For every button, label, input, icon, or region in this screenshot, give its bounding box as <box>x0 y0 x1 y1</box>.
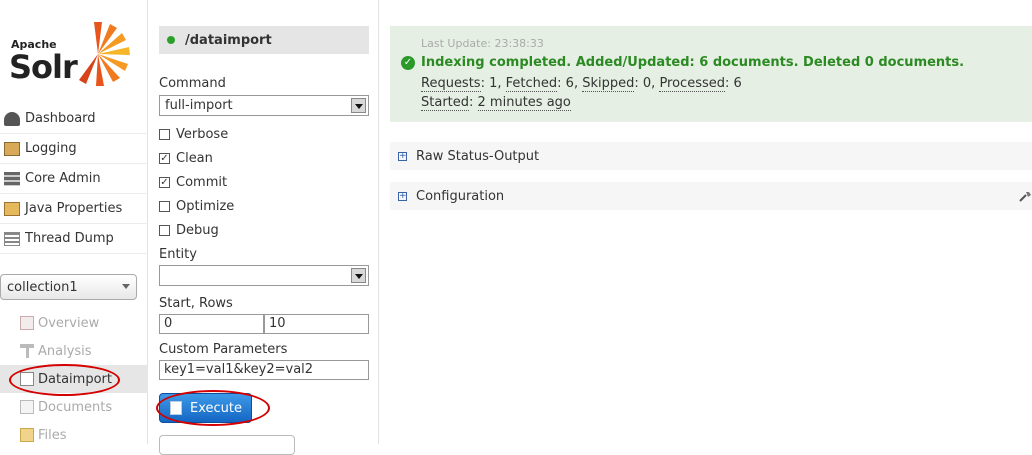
nav-item-logging[interactable]: Logging <box>0 134 148 164</box>
files-icon <box>20 428 34 442</box>
core-nav-analysis[interactable]: Analysis <box>0 337 148 365</box>
processed-label: Processed <box>659 76 726 92</box>
custom-params-label: Custom Parameters <box>159 342 288 357</box>
chevron-down-icon <box>351 268 366 283</box>
skipped-label: Skipped <box>582 76 635 92</box>
nav-item-label: Java Properties <box>25 201 123 216</box>
java-properties-icon <box>4 201 20 216</box>
command-select-value: full-import <box>165 98 233 113</box>
option-label: Verbose <box>176 127 229 142</box>
dataimport-form-panel: /dataimport Command full-import Verbose … <box>148 0 379 455</box>
nav-item-core-admin[interactable]: Core Admin <box>0 164 148 194</box>
section-label: Configuration <box>416 188 505 204</box>
main-nav: Dashboard Logging Core Admin Java Proper… <box>0 104 148 254</box>
analysis-icon <box>20 344 34 358</box>
core-nav-label: Dataimport <box>38 371 112 387</box>
option-label: Debug <box>176 223 219 238</box>
section-label: Raw Status-Output <box>416 148 540 164</box>
checkbox-verbose[interactable] <box>159 129 170 140</box>
logging-icon <box>4 141 20 156</box>
status-counts: Requests: 1, Fetched: 6, Skipped: 0, Pro… <box>421 76 742 92</box>
solr-sun-icon <box>79 22 130 86</box>
success-check-icon: ✓ <box>401 56 415 70</box>
dashboard-icon <box>4 111 20 126</box>
start-rows-label: Start, Rows <box>159 296 233 311</box>
thread-dump-icon <box>4 231 20 246</box>
requests-value: 1 <box>489 76 498 91</box>
status-dot-icon <box>167 36 175 44</box>
status-box: Last Update: 23:38:33 ✓ Indexing complet… <box>390 26 1032 122</box>
option-optimize[interactable]: Optimize <box>159 199 234 214</box>
core-nav-files[interactable]: Files <box>0 421 148 449</box>
execute-button[interactable]: Execute <box>159 393 252 423</box>
handler-header: /dataimport <box>159 26 369 54</box>
command-select[interactable]: full-import <box>159 95 369 116</box>
option-commit[interactable]: ✓ Commit <box>159 175 227 190</box>
start-input[interactable]: 0 <box>159 314 264 334</box>
rows-input[interactable]: 10 <box>264 314 369 334</box>
status-message: Indexing completed. Added/Updated: 6 doc… <box>421 55 965 70</box>
core-nav: Overview Analysis Dataimport Documents F… <box>0 309 148 449</box>
core-nav-label: Analysis <box>38 343 92 359</box>
checkbox-commit[interactable]: ✓ <box>159 177 170 188</box>
started-label: Started <box>421 95 470 111</box>
entity-select[interactable] <box>159 265 369 286</box>
core-nav-documents[interactable]: Documents <box>0 393 148 421</box>
core-nav-overview[interactable]: Overview <box>0 309 148 337</box>
command-label: Command <box>159 76 226 91</box>
status-started: Started: 2 minutes ago <box>421 95 571 111</box>
core-admin-icon <box>4 171 20 186</box>
document-icon <box>170 401 182 415</box>
execute-button-label: Execute <box>190 400 242 416</box>
core-nav-label: Overview <box>38 315 100 331</box>
nav-item-label: Logging <box>25 141 77 156</box>
nav-item-java-properties[interactable]: Java Properties <box>0 194 148 224</box>
nav-item-label: Dashboard <box>25 111 96 126</box>
option-debug[interactable]: Debug <box>159 223 219 238</box>
nav-item-dashboard[interactable]: Dashboard <box>0 104 148 134</box>
fetched-label: Fetched <box>505 76 558 92</box>
dataimport-icon <box>20 372 34 386</box>
checkbox-clean[interactable]: ✓ <box>159 153 170 164</box>
core-nav-dataimport[interactable]: Dataimport <box>0 365 148 393</box>
wrench-icon[interactable] <box>1018 189 1032 203</box>
solr-logo[interactable]: Apache Solr <box>8 20 133 90</box>
last-update-text: Last Update: 23:38:33 <box>421 37 544 50</box>
skipped-value: 0 <box>642 76 652 91</box>
entity-label: Entity <box>159 247 197 262</box>
option-verbose[interactable]: Verbose <box>159 127 228 142</box>
nav-item-thread-dump[interactable]: Thread Dump <box>0 224 148 254</box>
fetched-value: 6 <box>565 76 574 91</box>
expand-icon: + <box>398 190 407 201</box>
documents-icon <box>20 400 34 414</box>
secondary-button[interactable] <box>159 435 295 455</box>
chevron-down-icon <box>351 98 366 113</box>
custom-params-input[interactable]: key1=val1&key2=val2 <box>159 360 369 380</box>
started-value: 2 minutes ago <box>477 95 571 111</box>
raw-status-output-toggle[interactable]: + Raw Status-Output <box>390 142 1032 170</box>
option-label: Optimize <box>176 199 235 214</box>
sidebar: Apache Solr Dashboard Logging Core Admin… <box>0 0 148 444</box>
nav-item-label: Thread Dump <box>25 231 114 246</box>
checkbox-debug[interactable] <box>159 225 170 236</box>
option-clean[interactable]: ✓ Clean <box>159 151 213 166</box>
requests-label: Requests <box>421 76 481 92</box>
expand-icon: + <box>398 150 407 161</box>
core-selector-value: collection1 <box>7 280 78 295</box>
option-label: Clean <box>176 151 213 166</box>
core-nav-label: Files <box>38 427 67 443</box>
handler-name: /dataimport <box>185 32 272 48</box>
processed-value: 6 <box>733 76 742 91</box>
configuration-toggle[interactable]: + Configuration <box>390 182 1032 210</box>
nav-item-label: Core Admin <box>25 171 101 186</box>
option-label: Commit <box>176 175 228 190</box>
core-selector[interactable]: collection1 <box>0 274 137 300</box>
overview-icon <box>20 316 34 330</box>
chevron-down-icon <box>122 284 130 289</box>
checkbox-optimize[interactable] <box>159 201 170 212</box>
core-nav-label: Documents <box>38 399 113 415</box>
